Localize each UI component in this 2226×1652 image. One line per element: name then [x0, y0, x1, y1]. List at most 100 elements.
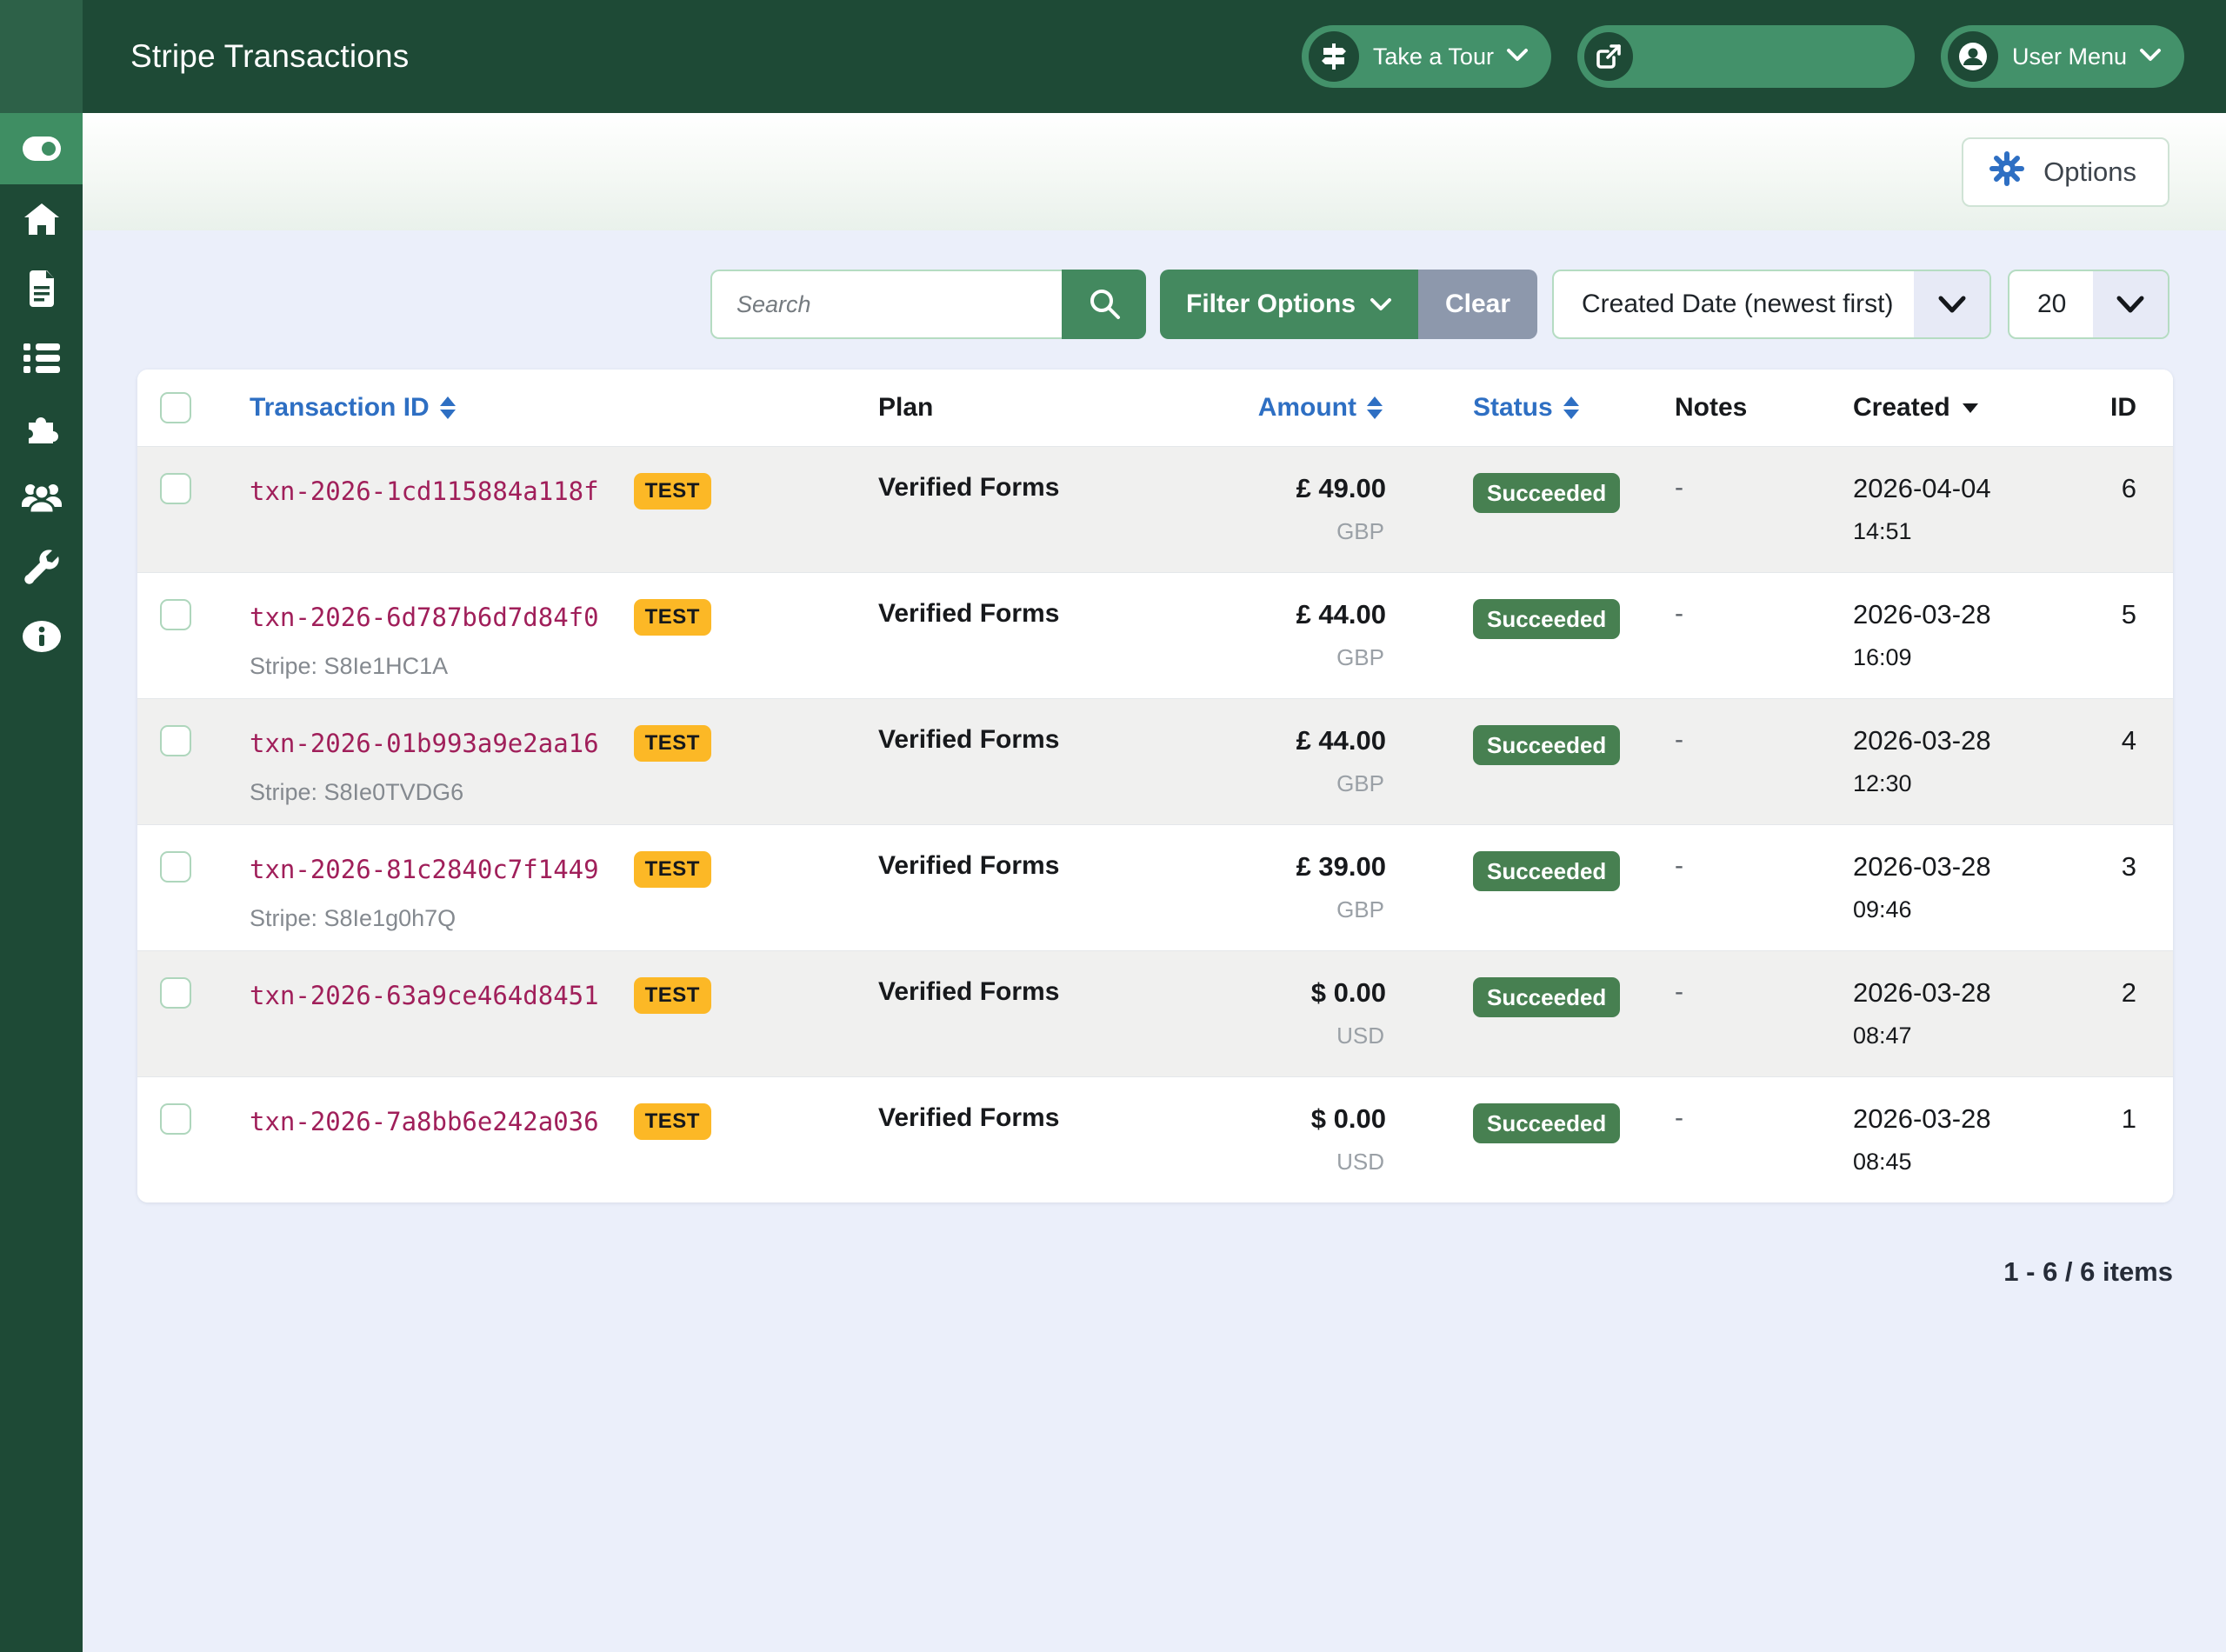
- toolbar: Filter Options Clear Created Date (newes…: [83, 270, 2226, 339]
- created-time: 16:09: [1853, 644, 2020, 671]
- plan-value: Verified Forms: [823, 951, 1216, 1076]
- test-badge: TEST: [634, 725, 711, 762]
- created-date: 2026-03-28: [1853, 1103, 2020, 1135]
- sidebar-item-list[interactable]: [0, 323, 83, 393]
- search-icon: [1087, 286, 1122, 323]
- amount-value: £ 49.00: [1216, 473, 1386, 504]
- plan-value: Verified Forms: [823, 825, 1216, 950]
- sidebar-item-home[interactable]: [0, 184, 83, 254]
- notes-value: -: [1614, 573, 1792, 698]
- gear-icon: [1989, 151, 2024, 193]
- clear-button[interactable]: Clear: [1418, 270, 1537, 339]
- notes-value: -: [1614, 825, 1792, 950]
- notes-value: -: [1614, 699, 1792, 824]
- transaction-id-link[interactable]: txn-2026-7a8bb6e242a036: [250, 1107, 599, 1136]
- status-badge: Succeeded: [1473, 1103, 1620, 1143]
- sidebar-item-users[interactable]: [0, 463, 83, 532]
- user-menu-label: User Menu: [2012, 43, 2127, 70]
- test-badge: TEST: [634, 1103, 711, 1140]
- column-header-amount[interactable]: Amount: [1216, 393, 1386, 423]
- column-header-created[interactable]: Created: [1792, 393, 2020, 423]
- row-id-value: 5: [2020, 573, 2173, 698]
- amount-value: £ 39.00: [1216, 851, 1386, 883]
- user-menu-button[interactable]: User Menu: [1941, 25, 2184, 88]
- table-body: txn-2026-1cd115884a118f TEST Verified Form…: [137, 446, 2173, 1202]
- created-time: 08:47: [1853, 1023, 2020, 1049]
- plan-value: Verified Forms: [823, 699, 1216, 824]
- created-date: 2026-03-28: [1853, 599, 2020, 630]
- row-id-value: 2: [2020, 951, 2173, 1076]
- sort-icon: [1563, 396, 1579, 419]
- created-date: 2026-03-28: [1853, 851, 2020, 883]
- sidebar-item-addons[interactable]: [0, 393, 83, 463]
- created-date: 2026-03-28: [1853, 725, 2020, 756]
- plan-value: Verified Forms: [823, 447, 1216, 572]
- transaction-id-link[interactable]: txn-2026-81c2840c7f1449: [250, 855, 599, 884]
- select-all-checkbox[interactable]: [160, 392, 191, 423]
- amount-value: $ 0.00: [1216, 1103, 1386, 1135]
- transaction-id-link[interactable]: txn-2026-01b993a9e2aa16: [250, 729, 599, 758]
- row-id-value: 1: [2020, 1077, 2173, 1202]
- created-time: 14:51: [1853, 518, 2020, 545]
- filter-options-button[interactable]: Filter Options: [1160, 270, 1418, 339]
- chevron-down-icon: [1506, 47, 1529, 67]
- sidebar-item-toggle[interactable]: [0, 113, 83, 184]
- puzzle-icon: [23, 410, 60, 445]
- sidebar-item-documents[interactable]: [0, 254, 83, 323]
- user-icon: [1948, 31, 1998, 82]
- transaction-id-link[interactable]: txn-2026-6d787b6d7d84f0: [250, 603, 599, 632]
- sidebar-corner: [0, 0, 83, 113]
- options-label: Options: [2043, 157, 2136, 188]
- chevron-down-icon: [1370, 290, 1392, 319]
- sort-icon: [440, 396, 456, 419]
- info-icon: [22, 620, 62, 653]
- row-checkbox[interactable]: [160, 473, 191, 504]
- filter-options-label: Filter Options: [1186, 290, 1356, 319]
- page-size-select[interactable]: 20: [2008, 270, 2169, 339]
- column-header-status[interactable]: Status: [1386, 393, 1614, 423]
- currency-code: GBP: [1216, 896, 1384, 923]
- sidebar-item-info[interactable]: [0, 602, 83, 671]
- main-content: Filter Options Clear Created Date (newes…: [83, 230, 2226, 1652]
- row-checkbox[interactable]: [160, 725, 191, 756]
- chevron-down-icon: [2093, 271, 2168, 337]
- row-checkbox[interactable]: [160, 977, 191, 1009]
- currency-code: USD: [1216, 1149, 1384, 1176]
- table-row: txn-2026-6d787b6d7d84f0TESTStripe: S8Ie1…: [137, 572, 2173, 698]
- sort-order-select[interactable]: Created Date (newest first): [1552, 270, 1991, 339]
- stripe-reference: Stripe: S8Ie1g0h7Q: [250, 905, 823, 932]
- test-badge: TEST: [634, 473, 711, 510]
- chevron-down-icon: [1914, 271, 1989, 337]
- sidebar-item-tools[interactable]: [0, 532, 83, 602]
- signpost-icon: [1309, 31, 1359, 82]
- column-header-transaction-id[interactable]: Transaction ID: [214, 393, 823, 423]
- search-button[interactable]: [1062, 270, 1146, 339]
- created-time: 09:46: [1853, 896, 2020, 923]
- amount-value: £ 44.00: [1216, 599, 1386, 630]
- transactions-table: Transaction ID Plan Amount Status Notes …: [137, 370, 2173, 1202]
- sidebar: [0, 0, 83, 1652]
- created-date: 2026-04-04: [1853, 473, 2020, 504]
- search-input[interactable]: [710, 270, 1062, 339]
- transaction-id-link[interactable]: txn-2026-63a9ce464d8451: [250, 981, 599, 1010]
- currency-code: GBP: [1216, 644, 1384, 671]
- row-id-value: 4: [2020, 699, 2173, 824]
- take-a-tour-button[interactable]: Take a Tour: [1302, 25, 1551, 88]
- currency-code: USD: [1216, 1023, 1384, 1049]
- transaction-id-link[interactable]: txn-2026-1cd115884a118f: [250, 476, 599, 506]
- column-header-id: ID: [2020, 393, 2173, 423]
- status-badge: Succeeded: [1473, 977, 1620, 1017]
- status-badge: Succeeded: [1473, 599, 1620, 639]
- created-time: 12:30: [1853, 770, 2020, 797]
- row-checkbox[interactable]: [160, 1103, 191, 1135]
- amount-value: £ 44.00: [1216, 725, 1386, 756]
- external-link-button[interactable]: [1577, 25, 1915, 88]
- row-id-value: 3: [2020, 825, 2173, 950]
- column-header-plan: Plan: [823, 393, 1216, 423]
- users-icon: [21, 482, 63, 513]
- row-checkbox[interactable]: [160, 599, 191, 630]
- options-button[interactable]: Options: [1962, 137, 2169, 207]
- list-icon: [23, 343, 60, 373]
- notes-value: -: [1614, 447, 1792, 572]
- row-checkbox[interactable]: [160, 851, 191, 883]
